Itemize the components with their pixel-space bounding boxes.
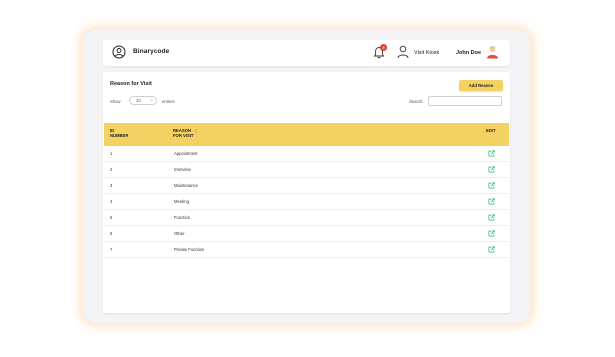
search-label: Search: [409, 99, 424, 104]
table-row: 7 Private Function [104, 242, 509, 258]
top-header: Binarycode 3 Visit Kiosk John Doe [103, 40, 510, 66]
reason-for-visit-card: Reason for Visit Add Reason Show 10 entr… [103, 72, 510, 313]
page-title: Reason for Visit [110, 81, 152, 87]
cell-reason: Interview [174, 167, 191, 172]
user-icon[interactable] [397, 45, 409, 59]
search-input[interactable] [428, 96, 502, 106]
show-label: Show [110, 99, 121, 104]
cell-id: 3 [110, 183, 113, 188]
visit-kiosk-link[interactable]: Visit Kiosk [414, 50, 439, 56]
cell-reason: Other [174, 231, 185, 236]
user-circle-icon[interactable] [112, 45, 126, 59]
edit-icon[interactable] [488, 198, 495, 205]
sort-arrows-icon[interactable] [194, 128, 198, 134]
entries-select[interactable]: 10 [129, 96, 157, 105]
entries-label: entries [162, 99, 175, 104]
entries-value: 10 [136, 98, 141, 103]
cell-id: 1 [110, 151, 113, 156]
column-header-reason[interactable]: REASON FOR VISIT [173, 128, 213, 138]
cell-id: 5 [110, 215, 113, 220]
edit-icon[interactable] [488, 182, 495, 189]
column-header-edit: EDIT [486, 128, 496, 133]
cell-id: 4 [110, 199, 113, 204]
table-row: 4 Meeting [104, 194, 509, 210]
cell-reason: Appointment [174, 151, 198, 156]
edit-icon[interactable] [488, 246, 495, 253]
table-body: 1 Appointment 2 Interview 3 Maintenance … [104, 146, 509, 258]
cell-reason: Function [174, 215, 191, 220]
table-row: 1 Appointment [104, 146, 509, 162]
cell-id: 6 [110, 231, 113, 236]
column-header-reason-line2: FOR VISIT [173, 133, 194, 138]
cell-id: 7 [110, 247, 113, 252]
edit-icon[interactable] [488, 230, 495, 237]
notification-badge: 3 [380, 44, 387, 51]
cell-reason: Meeting [174, 199, 189, 204]
cell-reason: Maintenance [174, 183, 198, 188]
edit-icon[interactable] [488, 166, 495, 173]
cell-reason: Private Function [174, 247, 205, 252]
column-header-id[interactable]: ID NUMBER [110, 128, 140, 138]
table-row: 6 Other [104, 226, 509, 242]
cell-id: 2 [110, 167, 113, 172]
table-row: 3 Maintenance [104, 178, 509, 194]
user-name[interactable]: John Doe [456, 50, 481, 56]
edit-icon[interactable] [488, 150, 495, 157]
brand-name: Binarycode [133, 48, 170, 55]
edit-icon[interactable] [488, 214, 495, 221]
add-reason-button[interactable]: Add Reason [459, 80, 503, 91]
table-row: 2 Interview [104, 162, 509, 178]
chevron-down-icon [150, 99, 153, 102]
avatar-icon[interactable] [486, 45, 499, 59]
table-header: ID NUMBER REASON FOR VISIT EDIT [104, 123, 509, 146]
table-row: 5 Function [104, 210, 509, 226]
column-header-id-line2: NUMBER [110, 133, 129, 138]
